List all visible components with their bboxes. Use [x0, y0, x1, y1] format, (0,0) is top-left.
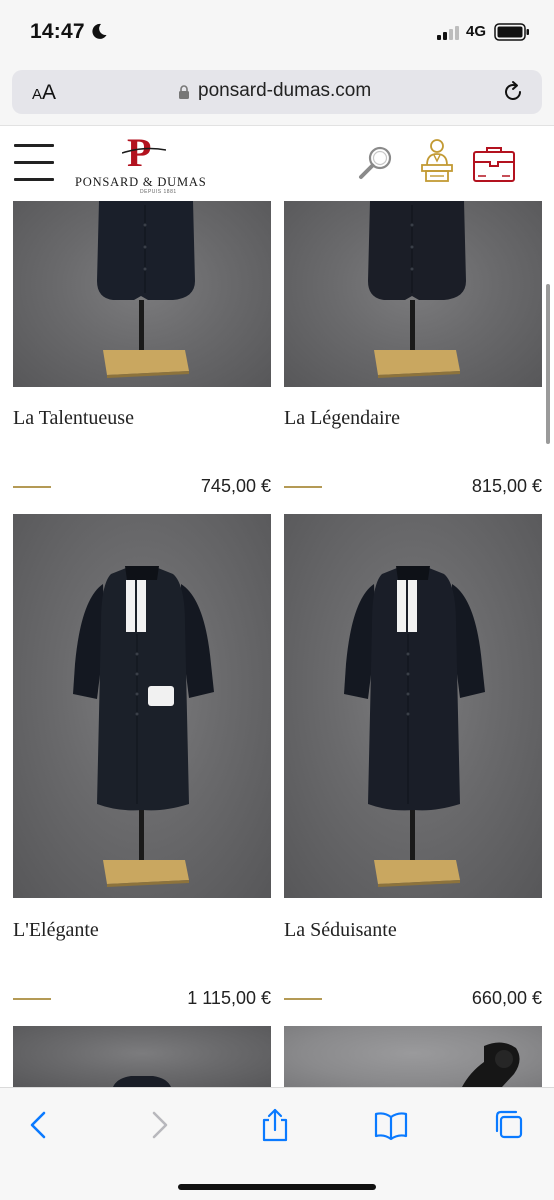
- product-price: 1 115,00 €: [187, 988, 271, 1008]
- browser-toolbar: [0, 1087, 554, 1200]
- product-name[interactable]: L'Elégante: [13, 919, 99, 942]
- logo-tagline: DEPUIS 1881: [140, 189, 177, 195]
- product-image[interactable]: [13, 514, 271, 898]
- lawyer-icon[interactable]: [419, 137, 455, 183]
- product-name[interactable]: La Légendaire: [284, 407, 400, 430]
- product-card[interactable]: [284, 1026, 542, 1087]
- product-name[interactable]: La Talentueuse: [13, 407, 134, 430]
- url-text[interactable]: ponsard-dumas.com: [198, 80, 371, 102]
- product-image[interactable]: [13, 1026, 271, 1087]
- moon-icon: [92, 23, 107, 39]
- status-bar: 14:47 4G: [0, 0, 554, 64]
- address-bar[interactable]: AA ponsard-dumas.com: [12, 70, 542, 114]
- price-divider: [284, 998, 322, 1000]
- reload-icon[interactable]: [501, 80, 525, 104]
- battery-icon: [494, 23, 529, 41]
- scroll-indicator[interactable]: [546, 284, 550, 444]
- back-icon[interactable]: [22, 1108, 56, 1142]
- lock-icon: [179, 85, 189, 99]
- logo-name: PONSARD & DUMAS: [75, 175, 207, 189]
- product-card[interactable]: La Séduisante 660,00 €: [284, 514, 542, 1014]
- signal-icon: [437, 26, 459, 40]
- logo-swoosh: [122, 147, 166, 154]
- menu-icon[interactable]: [14, 144, 54, 182]
- product-name[interactable]: La Séduisante: [284, 919, 397, 942]
- screen: 14:47 4G AA ponsard-dumas.com P PONSARD …: [0, 0, 554, 1200]
- product-price: 815,00 €: [471, 476, 542, 496]
- network-label: 4G: [466, 23, 487, 40]
- product-card[interactable]: La Légendaire 815,00 €: [284, 201, 542, 501]
- forward-icon[interactable]: [142, 1108, 176, 1142]
- text-size-button[interactable]: AA: [32, 81, 56, 105]
- price-divider: [13, 486, 51, 488]
- product-card[interactable]: L'Elégante 1 115,00 €: [13, 514, 271, 1014]
- product-price: 745,00 €: [200, 476, 271, 496]
- product-image[interactable]: [284, 201, 542, 387]
- share-icon[interactable]: [258, 1108, 292, 1142]
- price-divider: [284, 486, 322, 488]
- product-card[interactable]: [13, 1026, 271, 1087]
- search-icon[interactable]: [357, 143, 395, 181]
- product-image[interactable]: [13, 201, 271, 387]
- bookmarks-icon[interactable]: [374, 1108, 408, 1142]
- product-image[interactable]: [284, 1026, 542, 1087]
- home-indicator[interactable]: [178, 1184, 376, 1190]
- tabs-icon[interactable]: [492, 1108, 526, 1142]
- site-header: P PONSARD & DUMAS DEPUIS 1881: [0, 127, 554, 201]
- product-card[interactable]: La Talentueuse 745,00 €: [13, 201, 271, 501]
- product-price: 660,00 €: [471, 988, 542, 1008]
- briefcase-icon[interactable]: [472, 145, 516, 183]
- product-grid: La Talentueuse 745,00 € La Légendaire 81…: [0, 201, 554, 1087]
- status-time: 14:47: [30, 20, 85, 43]
- browser-address-area: AA ponsard-dumas.com: [0, 64, 554, 126]
- site-logo[interactable]: P PONSARD & DUMAS DEPUIS 1881: [70, 133, 220, 196]
- product-image[interactable]: [284, 514, 542, 898]
- price-divider: [13, 998, 51, 1000]
